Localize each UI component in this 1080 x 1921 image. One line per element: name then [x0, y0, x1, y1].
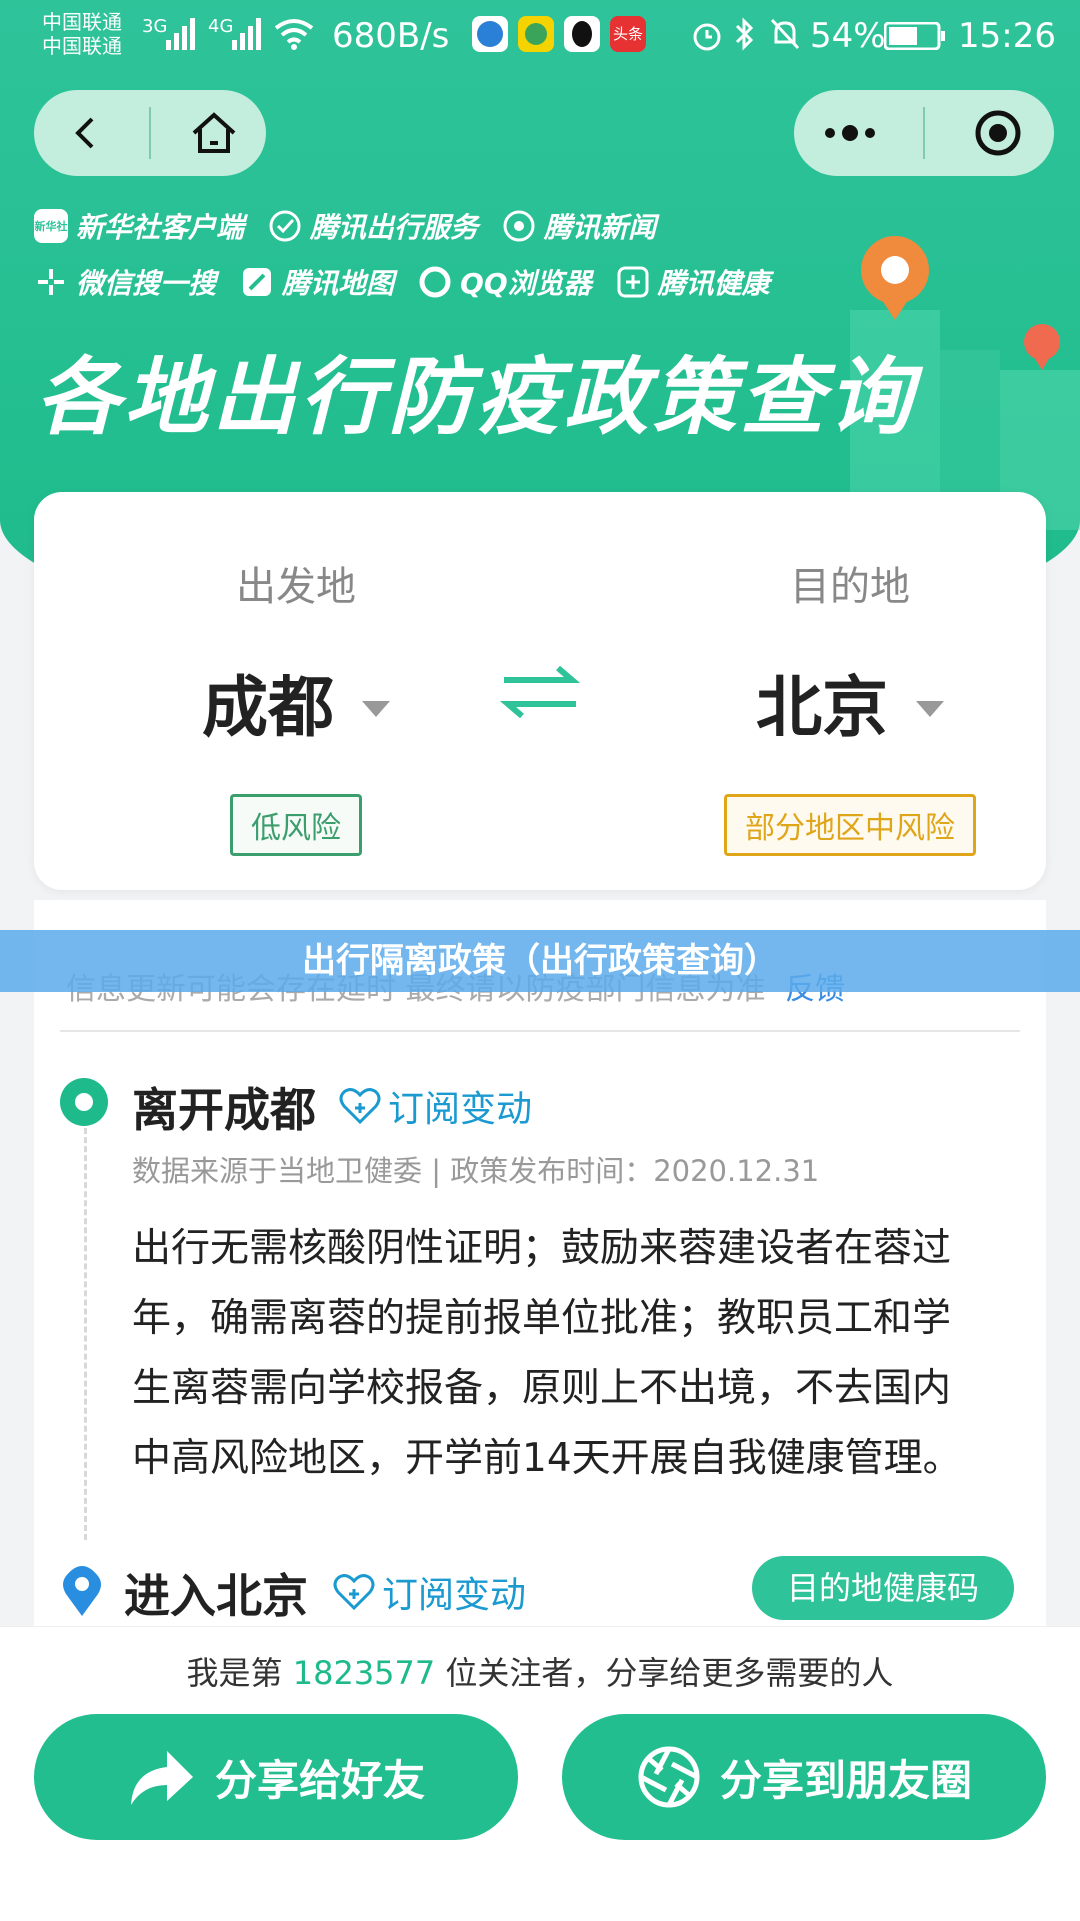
share-to-friend-button[interactable]: 分享给好友: [34, 1714, 518, 1840]
browser-app-icon: [472, 16, 508, 52]
mute-icon: [770, 18, 800, 50]
subscribe-label: 订阅变动: [388, 1089, 533, 1130]
moments-aperture-icon: [638, 1746, 700, 1808]
follower-count: 我是第 1823577 位关注者，分享给更多需要的人: [0, 1648, 1080, 1694]
share-arrow-icon: [130, 1751, 193, 1805]
subscribe-enter-button[interactable]: 订阅变动: [332, 1566, 526, 1618]
target-close-icon: [975, 110, 1021, 156]
source-wechat-search: 微信搜一搜: [34, 262, 216, 302]
home-icon: [192, 112, 236, 153]
wifi-icon: [274, 19, 314, 50]
capsule-divider-2: [922, 107, 925, 159]
enter-title: 进入北京: [124, 1569, 308, 1623]
departure-dot-icon: [60, 1078, 108, 1126]
share-friend-label: 分享给好友: [214, 1755, 425, 1805]
network-4g: 4G: [208, 16, 234, 37]
map-icon: [243, 268, 272, 296]
heart-plus-icon: [339, 1088, 381, 1125]
route-card: 出发地 成都 低风险 目的地 北京 部分地区中风险: [34, 492, 1046, 890]
back-button[interactable]: [46, 93, 126, 173]
source-label: 腾讯新闻: [544, 211, 657, 244]
nav-capsule: [34, 90, 266, 176]
travel-check-icon: [269, 210, 301, 242]
swap-arrows-icon[interactable]: [500, 662, 580, 722]
status-bar: 中国联通 中国联通 3G 4G 680B/s 头条 54% 15:26: [0, 0, 1080, 76]
leave-title: 离开成都: [132, 1083, 316, 1137]
health-plus-icon: [617, 266, 649, 298]
clock: 15:26: [958, 16, 1056, 56]
home-button[interactable]: [174, 93, 254, 173]
destination-risk-badge: 部分地区中风险: [724, 794, 976, 856]
caret-down-icon: [362, 701, 390, 717]
close-miniapp-button[interactable]: [958, 93, 1038, 173]
policy-line: 年，确需离蓉的提前报单位批准；教职员工和学: [132, 1296, 952, 1341]
policy-line: 出行无需核酸阴性证明；鼓励来蓉建设者在蓉过: [132, 1226, 952, 1271]
source-tencent-travel: 腾讯出行服务: [268, 206, 478, 246]
source-label: QQ浏览器: [460, 267, 592, 300]
origin-city-selector[interactable]: 成都: [126, 654, 466, 750]
policy-meta: 数据来源于当地卫健委 | 政策发布时间：2020.12.31: [132, 1154, 820, 1188]
timeline-line: [84, 1110, 87, 1540]
more-menu-button[interactable]: [810, 93, 890, 173]
destination-city-selector[interactable]: 北京: [680, 654, 1020, 750]
signal-icon: [166, 18, 195, 50]
follow-suffix: 位关注者，分享给更多需要的人: [445, 1654, 894, 1692]
more-dots-icon: [825, 125, 876, 141]
signal-icon-2: [232, 18, 261, 50]
capsule-divider: [148, 107, 151, 159]
bluetooth-icon: [735, 17, 754, 51]
wechat-search-icon: [38, 269, 64, 295]
news-app-icon: 头条: [610, 16, 646, 52]
leave-policy-text: 出行无需核酸阴性证明；鼓励来蓉建设者在蓉过 年，确需离蓉的提前报单位批准；教职员…: [132, 1214, 992, 1494]
heart-plus-icon: [333, 1574, 375, 1611]
source-label: 微信搜一搜: [76, 267, 217, 300]
miniapp-capsule: [794, 90, 1054, 176]
share-moments-label: 分享到朋友圈: [719, 1755, 972, 1805]
location-pin-icon: [63, 1566, 101, 1616]
follow-prefix: 我是第: [186, 1654, 283, 1692]
battery-icon: [884, 22, 945, 50]
policy-line: 生离蓉需向学校报备，原则上不出境，不去国内: [132, 1366, 952, 1411]
network-speed: 680B/s: [332, 16, 450, 56]
subscribe-leave-button[interactable]: 订阅变动: [338, 1080, 532, 1132]
follow-number: 1823577: [292, 1654, 436, 1692]
source-label: 腾讯健康: [657, 267, 770, 300]
destination-column: 目的地 北京 部分地区中风险: [680, 492, 1020, 856]
destination-health-code-button[interactable]: 目的地健康码: [752, 1556, 1014, 1620]
source-label: 新华社客户端: [76, 211, 245, 244]
share-to-moments-button[interactable]: 分享到朋友圈: [562, 1714, 1046, 1840]
carrier-1: 中国联通: [42, 10, 122, 34]
subscribe-label: 订阅变动: [382, 1575, 527, 1616]
origin-risk-badge: 低风险: [230, 794, 362, 856]
caret-down-icon: [916, 701, 944, 717]
source-xinhua: 新华社 新华社客户端: [34, 206, 244, 246]
qq-app-icon: [564, 16, 600, 52]
source-label: 腾讯出行服务: [310, 211, 479, 244]
source-tencent-news: 腾讯新闻: [502, 206, 656, 246]
carrier-2: 中国联通: [42, 34, 122, 58]
destination-city: 北京: [756, 669, 888, 746]
source-tencent-health: 腾讯健康: [616, 262, 770, 302]
overlay-title-bar: 出行隔离政策（出行政策查询）: [0, 930, 1080, 992]
back-arrow-icon: [74, 117, 94, 149]
network-3g: 3G: [142, 16, 168, 37]
policy-line: 中高风险地区，开学前14天开展自我健康管理。: [132, 1436, 962, 1481]
destination-label: 目的地: [790, 564, 910, 610]
source-label: 腾讯地图: [282, 267, 395, 300]
origin-label: 出发地: [236, 564, 356, 610]
origin-city: 成都: [202, 669, 334, 746]
source-qq-browser: QQ浏览器: [418, 262, 592, 302]
hero-title: 各地出行防疫政策查询: [36, 348, 917, 446]
battery-percent: 54%: [810, 16, 886, 56]
alarm-icon: [693, 23, 721, 51]
carrier-label: 中国联通 中国联通: [42, 10, 122, 58]
source-tencent-map: 腾讯地图: [240, 262, 394, 302]
qq-browser-icon: [419, 266, 451, 298]
xinhua-logo-icon: 新华社: [34, 209, 68, 243]
origin-column: 出发地 成都 低风险: [126, 492, 466, 856]
divider: [60, 1030, 1020, 1032]
news-icon: [503, 210, 535, 242]
music-app-icon: [518, 16, 554, 52]
